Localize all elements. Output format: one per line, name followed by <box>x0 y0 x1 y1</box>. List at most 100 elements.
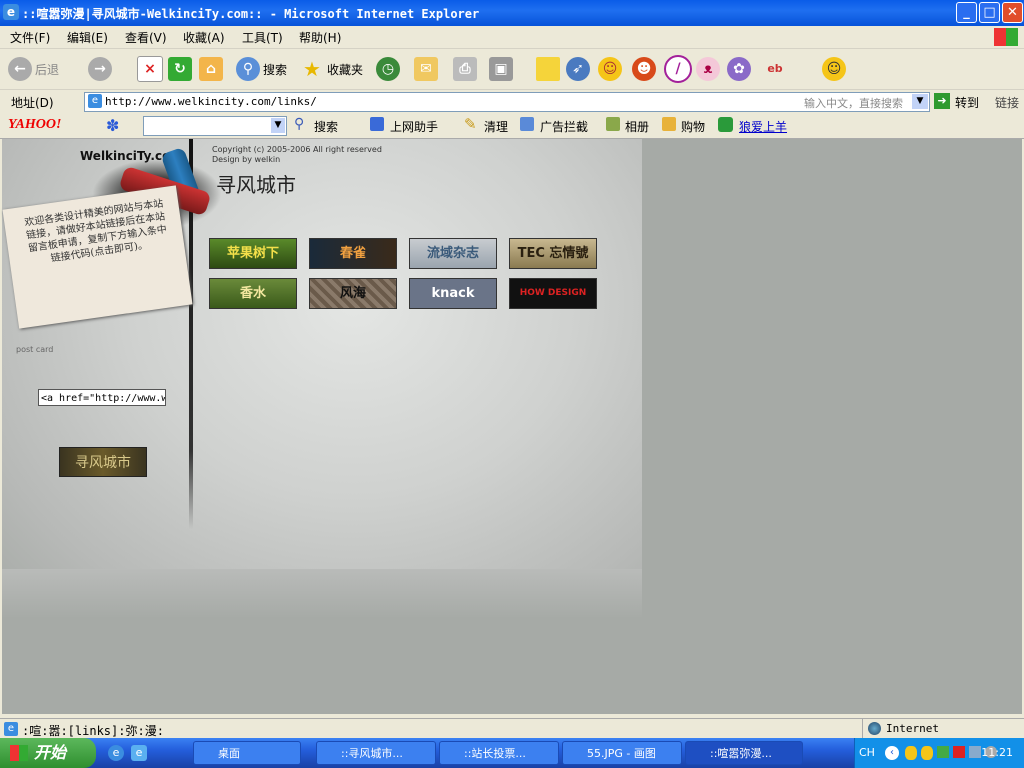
link-banner-appleshow[interactable]: 苹果树下 www.appleshow.cc <box>209 238 297 269</box>
start-label: 开始 <box>34 743 67 762</box>
yahoo-album-button[interactable]: 相册 <box>625 118 649 135</box>
menu-file[interactable]: 文件(F) <box>10 29 50 46</box>
qq-icon[interactable] <box>905 746 917 760</box>
desktop-quicklaunch-icon[interactable]: e <box>131 745 147 761</box>
copyright-line: Copyright (c) 2005-2006 All right reserv… <box>212 145 382 154</box>
qq-icon[interactable] <box>921 746 933 760</box>
go-arrow-icon[interactable]: ➜ <box>934 93 950 109</box>
history-button[interactable]: ◷ <box>376 56 400 82</box>
yahoo-link[interactable]: 狼爱上羊 <box>739 118 787 135</box>
link-banner-chunque[interactable]: 春雀 <box>309 238 397 269</box>
ie-icon: e <box>3 4 19 20</box>
network-icon[interactable] <box>937 746 949 758</box>
taskbar: 开始 e e 桌面 ::寻风城市... ::站长投票... 55.JPG - 画… <box>0 738 1024 768</box>
star-icon: ★ <box>303 57 321 81</box>
refresh-button[interactable]: ↻ <box>168 56 192 82</box>
mail-icon: ✉ <box>414 57 438 81</box>
note-card: 欢迎各类设计精美的网站与本站链接，请做好本站链接后在本站留言板申请，复制下方输入… <box>2 185 193 329</box>
messenger-icon: ➶ <box>566 57 590 81</box>
home-icon: ⌂ <box>199 57 223 81</box>
go-button[interactable]: 转到 <box>955 94 979 111</box>
task-desktop[interactable]: 桌面 <box>193 741 301 765</box>
stop-button[interactable]: × <box>137 56 163 82</box>
adblock-icon <box>520 117 534 131</box>
note-text: 欢迎各类设计精美的网站与本站链接，请做好本站链接后在本站留言板申请，复制下方输入… <box>23 198 168 265</box>
yahoo-shop-button[interactable]: 购物 <box>681 118 705 135</box>
back-button[interactable]: ← 后退 <box>8 56 59 82</box>
flower-button[interactable]: ✿ <box>727 56 751 82</box>
address-input[interactable]: e http://www.welkincity.com/links/ 输入中文，… <box>84 92 930 112</box>
tray-expand-icon[interactable]: ‹ <box>885 746 899 760</box>
search-button[interactable]: ⚲ 搜索 <box>236 56 287 82</box>
start-button[interactable]: 开始 <box>0 738 96 768</box>
yahoo-adblock-button[interactable]: 广告拦截 <box>540 118 588 135</box>
note-icon <box>536 57 560 81</box>
yahoo-search-button[interactable]: 搜索 <box>314 118 338 135</box>
yahoo-clean-button[interactable]: 清理 <box>484 118 508 135</box>
helper-icon <box>370 117 384 131</box>
page-icon: e <box>4 722 18 736</box>
emoji-button[interactable]: ☺ <box>822 56 846 82</box>
mascot-button[interactable]: ☻ <box>632 56 656 82</box>
note-button[interactable] <box>536 56 560 82</box>
task-xunfeng[interactable]: ::寻风城市... <box>316 741 436 765</box>
forward-button[interactable]: → <box>88 56 112 82</box>
globe-icon <box>868 722 881 735</box>
close-button[interactable]: ✕ <box>1002 2 1023 23</box>
monitor-icon[interactable] <box>969 746 981 758</box>
yahoo-logo[interactable]: YAHOO! <box>8 117 61 133</box>
link-banner-howdesign[interactable]: HOW DESIGN <box>509 278 597 309</box>
print-button[interactable]: ⎙ <box>453 56 477 82</box>
broom-icon: ✎ <box>464 115 477 133</box>
link-banner-tec[interactable]: TEC 忘情號 <box>509 238 597 269</box>
mascot-icon: ☻ <box>632 57 656 81</box>
ebay-button[interactable]: eb <box>760 56 790 82</box>
chevron-down-icon[interactable]: ▼ <box>271 118 285 133</box>
link-banner-xiangshui[interactable]: 香水 <box>209 278 297 309</box>
link-banner-fenghai[interactable]: 风海 <box>309 278 397 309</box>
maximize-button[interactable]: □ <box>979 2 1000 23</box>
ie-quicklaunch-icon[interactable]: e <box>108 745 124 761</box>
menu-help[interactable]: 帮助(H) <box>299 29 341 46</box>
yahoo-search-input[interactable]: ▼ <box>143 116 287 136</box>
menu-bar: 文件(F) 编辑(E) 查看(V) 收藏(A) 工具(T) 帮助(H) <box>0 26 1024 49</box>
clock: 11:21 <box>981 746 1013 759</box>
messenger-button[interactable]: ➶ <box>566 56 590 82</box>
ebay-icon: eb <box>767 62 783 75</box>
language-indicator[interactable]: CH <box>859 746 875 759</box>
windows-flag-icon <box>994 28 1018 46</box>
site-name: 寻风城市 <box>216 173 296 197</box>
menu-view[interactable]: 查看(V) <box>125 29 167 46</box>
compass-button[interactable]: / <box>664 55 692 83</box>
address-hint: 输入中文，直接搜索 <box>804 97 903 110</box>
antivirus-icon[interactable] <box>953 746 965 758</box>
yahoo-helper-button[interactable]: 上网助手 <box>390 118 438 135</box>
link-code-input[interactable]: <a href="http://www.w <box>38 389 166 406</box>
security-zone: Internet <box>886 722 939 735</box>
system-tray: CH ‹ 11:21 <box>854 738 1024 768</box>
home-button[interactable]: ⌂ <box>199 56 223 82</box>
chevron-down-icon[interactable]: ▼ <box>912 94 928 109</box>
link-banner-liuyu[interactable]: 流域杂志 <box>409 238 497 269</box>
task-current-ie[interactable]: ::喧嚣弥漫... <box>685 741 803 765</box>
flower-menu-icon[interactable]: ✽ <box>106 116 119 135</box>
smiley-button[interactable]: ☺ <box>598 56 622 82</box>
menu-tools[interactable]: 工具(T) <box>242 29 283 46</box>
address-label: 地址(D) <box>11 96 54 110</box>
edit-button[interactable]: ▣ <box>489 56 513 82</box>
page-viewport: WelkinciTy.com Copyright (c) 2005-2006 A… <box>2 139 1022 714</box>
flower-icon: ✿ <box>727 57 751 81</box>
mail-button[interactable]: ✉ <box>414 56 438 82</box>
own-site-banner[interactable]: 寻风城市 <box>59 447 147 477</box>
menu-edit[interactable]: 编辑(E) <box>67 29 108 46</box>
minimize-button[interactable]: _ <box>956 2 977 23</box>
favorites-button[interactable]: ★ 收藏夹 <box>300 56 363 82</box>
pig-button[interactable]: ᴥ <box>696 56 720 82</box>
menu-favorites[interactable]: 收藏(A) <box>183 29 225 46</box>
task-paint[interactable]: 55.JPG - 画图 <box>562 741 682 765</box>
link-banner-knack[interactable]: knack <box>409 278 497 309</box>
smiley-icon: ☺ <box>598 57 622 81</box>
search-icon: ⚲ <box>236 57 260 81</box>
task-vote[interactable]: ::站长投票... <box>439 741 559 765</box>
links-label[interactable]: 链接 <box>995 94 1019 111</box>
